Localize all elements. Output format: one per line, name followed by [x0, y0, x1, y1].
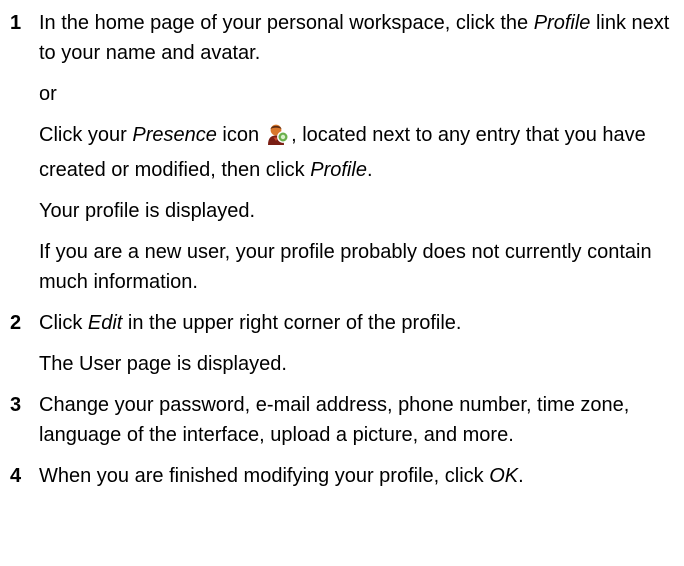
- step-number: 2: [10, 312, 22, 334]
- step-1: 1 In the home page of your personal work…: [10, 8, 672, 297]
- step-1-note: If you are a new user, your profile prob…: [39, 241, 652, 293]
- step-4: 4 When you are finished modifying your p…: [10, 461, 672, 491]
- step-1-or: or: [39, 83, 57, 105]
- document: 1 In the home page of your personal work…: [0, 0, 684, 566]
- ok-reference: OK: [489, 465, 519, 487]
- presence-reference: Presence: [132, 124, 217, 146]
- edit-reference: Edit: [87, 312, 123, 334]
- step-3-instruction: Change your password, e-mail address, ph…: [39, 394, 630, 446]
- step-2-result: The User page is displayed.: [39, 353, 287, 375]
- step-number: 3: [10, 394, 22, 416]
- step-1-instruction: In the home page of your personal worksp…: [39, 12, 670, 64]
- step-3: 3 Change your password, e-mail address, …: [10, 390, 672, 450]
- profile-menu-reference: Profile: [310, 159, 367, 181]
- step-number: 1: [10, 12, 22, 34]
- step-2: 2 Click Edit in the upper right corner o…: [10, 308, 672, 379]
- presence-user-icon: [265, 122, 290, 155]
- step-4-instruction: When you are finished modifying your pro…: [39, 465, 524, 487]
- step-2-instruction: Click Edit in the upper right corner of …: [39, 312, 462, 334]
- profile-link-reference: Profile: [533, 12, 591, 34]
- step-1-alternative: Click your Presence icon , located next …: [39, 122, 646, 181]
- step-number: 4: [10, 465, 22, 487]
- step-1-result: Your profile is displayed.: [39, 200, 256, 222]
